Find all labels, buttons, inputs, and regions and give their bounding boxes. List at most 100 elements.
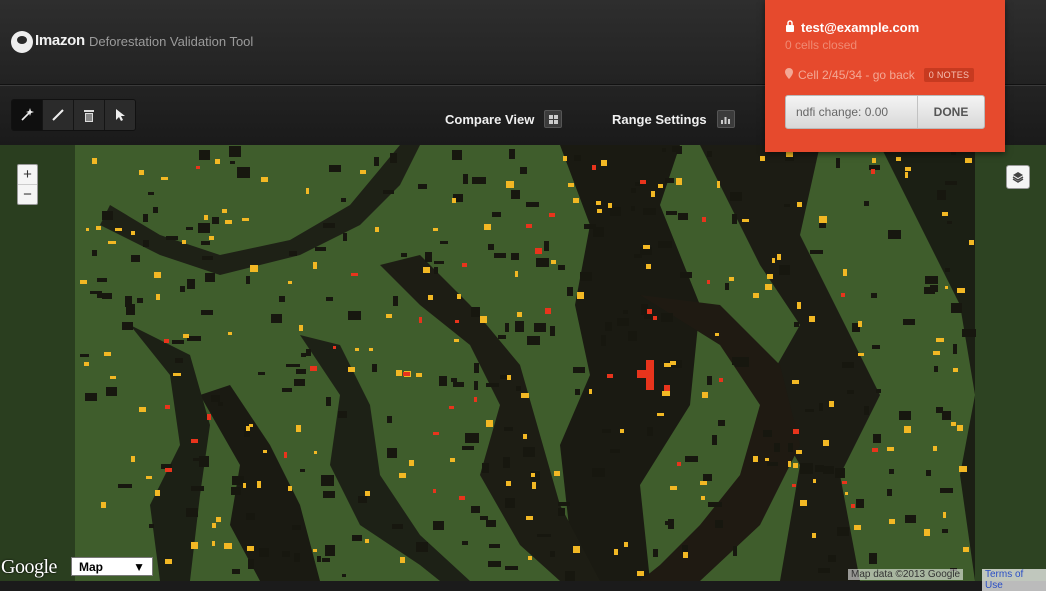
dark-cell	[837, 527, 849, 536]
dark-cell	[873, 434, 881, 443]
dark-cell	[925, 276, 938, 284]
zoom-out-button[interactable]: −	[18, 185, 37, 204]
yellow-cell	[957, 425, 963, 431]
dark-cell	[715, 520, 723, 528]
yellow-cell	[110, 376, 116, 379]
yellow-cell	[250, 265, 258, 272]
red-cell	[851, 504, 855, 508]
yellow-cell	[165, 559, 172, 564]
dark-cell	[480, 516, 488, 520]
red-cell	[164, 339, 169, 343]
dark-cell	[341, 198, 346, 202]
yellow-cell	[651, 191, 655, 197]
yellow-cell	[664, 363, 671, 367]
pointer-icon[interactable]	[105, 100, 135, 130]
trash-icon[interactable]	[74, 100, 105, 130]
red-cell	[165, 468, 172, 472]
dark-cell	[905, 515, 916, 523]
dark-cell	[488, 244, 494, 250]
terms-of-use-link[interactable]: Terms of Use	[982, 569, 1046, 591]
yellow-cell	[224, 543, 232, 549]
yellow-cell	[139, 407, 146, 412]
yellow-cell	[416, 373, 422, 377]
yellow-cell	[131, 231, 135, 235]
map-view[interactable]	[0, 145, 1046, 581]
bar-chart-icon	[716, 110, 735, 128]
yellow-cell	[212, 541, 215, 546]
magic-wand-icon[interactable]	[12, 100, 43, 130]
dark-cell	[321, 475, 334, 486]
yellow-cell	[400, 557, 405, 563]
pencil-icon[interactable]	[43, 100, 74, 130]
dark-cell	[869, 553, 877, 564]
dark-cell	[323, 491, 335, 498]
yellow-cell	[597, 209, 602, 213]
dark-cell	[492, 212, 501, 217]
dark-cell	[647, 427, 653, 436]
dark-cell	[494, 253, 506, 258]
zoom-in-button[interactable]: +	[18, 165, 37, 185]
dark-cell	[505, 498, 515, 508]
yellow-cell	[800, 500, 807, 506]
yellow-cell	[965, 158, 972, 163]
yellow-cell	[243, 483, 246, 488]
drawing-tools	[11, 99, 136, 131]
yellow-cell	[753, 293, 759, 298]
red-cell	[842, 481, 847, 484]
dark-cell	[707, 376, 712, 385]
yellow-cell	[104, 352, 111, 356]
range-settings-button[interactable]: Range Settings	[612, 110, 735, 128]
cell-go-back-link[interactable]: Cell 2/45/34 - go back	[798, 68, 915, 82]
dark-cell	[899, 411, 911, 420]
google-logo: Google	[1, 556, 57, 578]
dark-cell	[279, 296, 285, 302]
dark-cell	[486, 383, 499, 387]
notes-badge[interactable]: 0 NOTES	[923, 68, 975, 82]
yellow-cell	[452, 198, 456, 203]
dark-cell	[828, 555, 836, 562]
dark-cell	[937, 190, 946, 200]
dark-cell	[842, 362, 854, 368]
dark-cell	[323, 223, 335, 228]
dark-cell	[229, 146, 241, 157]
yellow-cell	[573, 546, 580, 553]
yellow-cell	[792, 380, 799, 384]
yellow-cell	[528, 556, 532, 560]
compare-view-button[interactable]: Compare View	[445, 110, 563, 128]
yellow-cell	[554, 471, 560, 476]
dark-cell	[665, 178, 674, 183]
yellow-cell	[299, 325, 303, 331]
layers-icon[interactable]	[1006, 165, 1030, 189]
yellow-cell	[765, 284, 772, 290]
red-cell	[640, 180, 646, 184]
map-type-select[interactable]: Map ▼	[71, 557, 153, 576]
yellow-cell	[772, 258, 775, 263]
dark-cell	[286, 364, 300, 367]
dark-cell	[631, 188, 636, 193]
dark-cell	[143, 240, 149, 247]
dark-cell	[317, 556, 321, 562]
dark-cell	[401, 253, 407, 257]
yellow-cell	[700, 481, 707, 485]
app-title: Deforestation Validation Tool	[89, 34, 254, 49]
dark-cell	[471, 307, 480, 317]
done-button[interactable]: DONE	[917, 96, 984, 128]
yellow-cell	[702, 392, 708, 398]
yellow-cell	[532, 482, 536, 489]
red-cell	[647, 309, 652, 314]
red-cell	[433, 489, 436, 493]
yellow-cell	[765, 458, 769, 461]
dark-cell	[205, 273, 215, 282]
yellow-cell	[108, 241, 116, 244]
dark-cell	[166, 236, 178, 240]
dark-cell	[527, 336, 540, 345]
yellow-cell	[216, 517, 221, 522]
yellow-cell	[905, 167, 911, 171]
deforestation-map-tiles	[0, 145, 1046, 581]
red-cell	[719, 378, 723, 382]
dark-cell	[788, 443, 793, 452]
yellow-cell	[620, 429, 624, 433]
dark-cell	[823, 466, 834, 474]
dark-cell	[488, 561, 501, 567]
dark-cell	[537, 534, 551, 537]
